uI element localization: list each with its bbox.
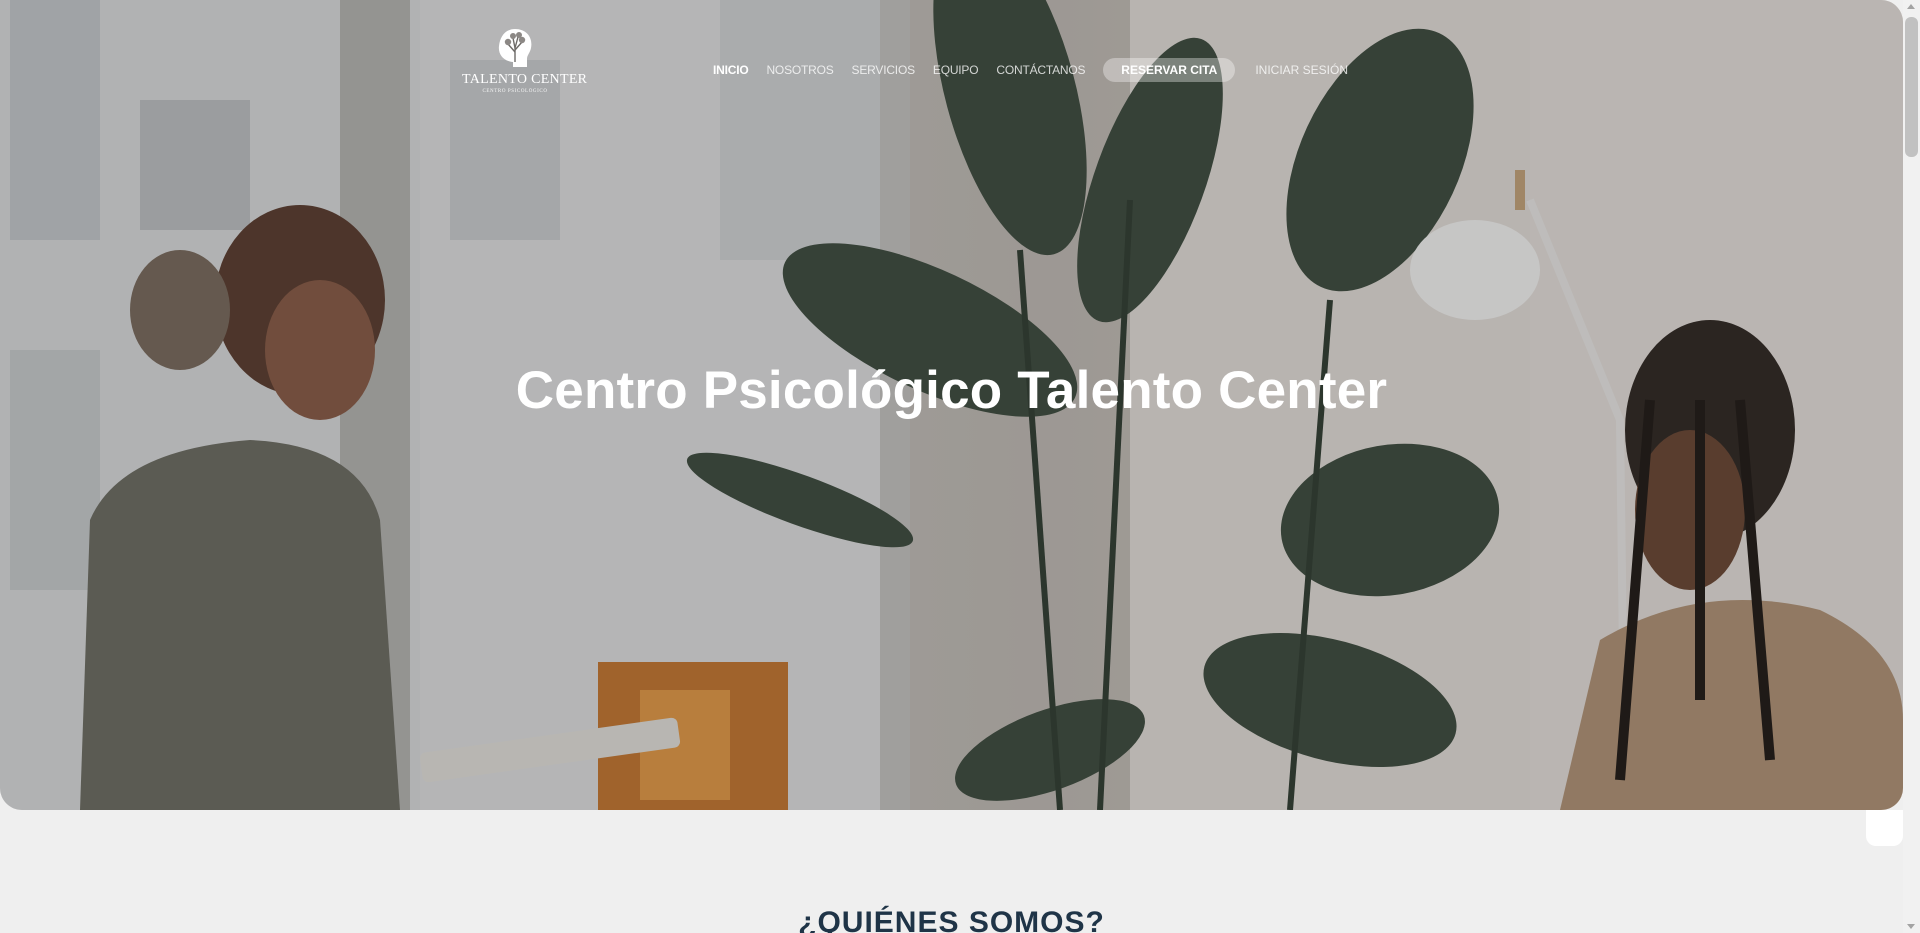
reserve-appointment-button[interactable]: RESERVAR CITA <box>1103 58 1236 82</box>
logo-subtitle: CENTRO PSICOLÓGICO <box>482 89 548 94</box>
nav-item-equipo[interactable]: EQUIPO <box>933 63 979 77</box>
tree-head-logo-icon <box>498 29 532 67</box>
nav-item-inicio[interactable]: INICIO <box>713 63 749 77</box>
corner-tab <box>1866 810 1903 846</box>
logo[interactable]: TALENTO CENTER CENTRO PSICOLÓGICO <box>462 26 588 94</box>
main-navigation: INICIO NOSOTROS SERVICIOS EQUIPO CONTÁCT… <box>713 58 1348 82</box>
hero-section: TALENTO CENTER CENTRO PSICOLÓGICO INICIO… <box>0 0 1903 810</box>
scroll-thumb[interactable] <box>1905 17 1918 157</box>
about-section-title: ¿QUIÉNES SOMOS? <box>798 906 1105 933</box>
scroll-up-arrow-icon[interactable] <box>1907 4 1915 9</box>
logo-name: TALENTO CENTER <box>462 72 588 87</box>
nav-item-servicios[interactable]: SERVICIOS <box>852 63 916 77</box>
nav-item-contactanos[interactable]: CONTÁCTANOS <box>996 63 1085 77</box>
login-link[interactable]: INICIAR SESIÓN <box>1255 63 1348 77</box>
hero-title: Centro Psicológico Talento Center <box>515 361 1388 420</box>
scroll-down-arrow-icon[interactable] <box>1907 924 1915 929</box>
page: TALENTO CENTER CENTRO PSICOLÓGICO INICIO… <box>0 0 1920 933</box>
nav-item-nosotros[interactable]: NOSOTROS <box>766 63 833 77</box>
page-scrollbar[interactable] <box>1903 0 1920 933</box>
